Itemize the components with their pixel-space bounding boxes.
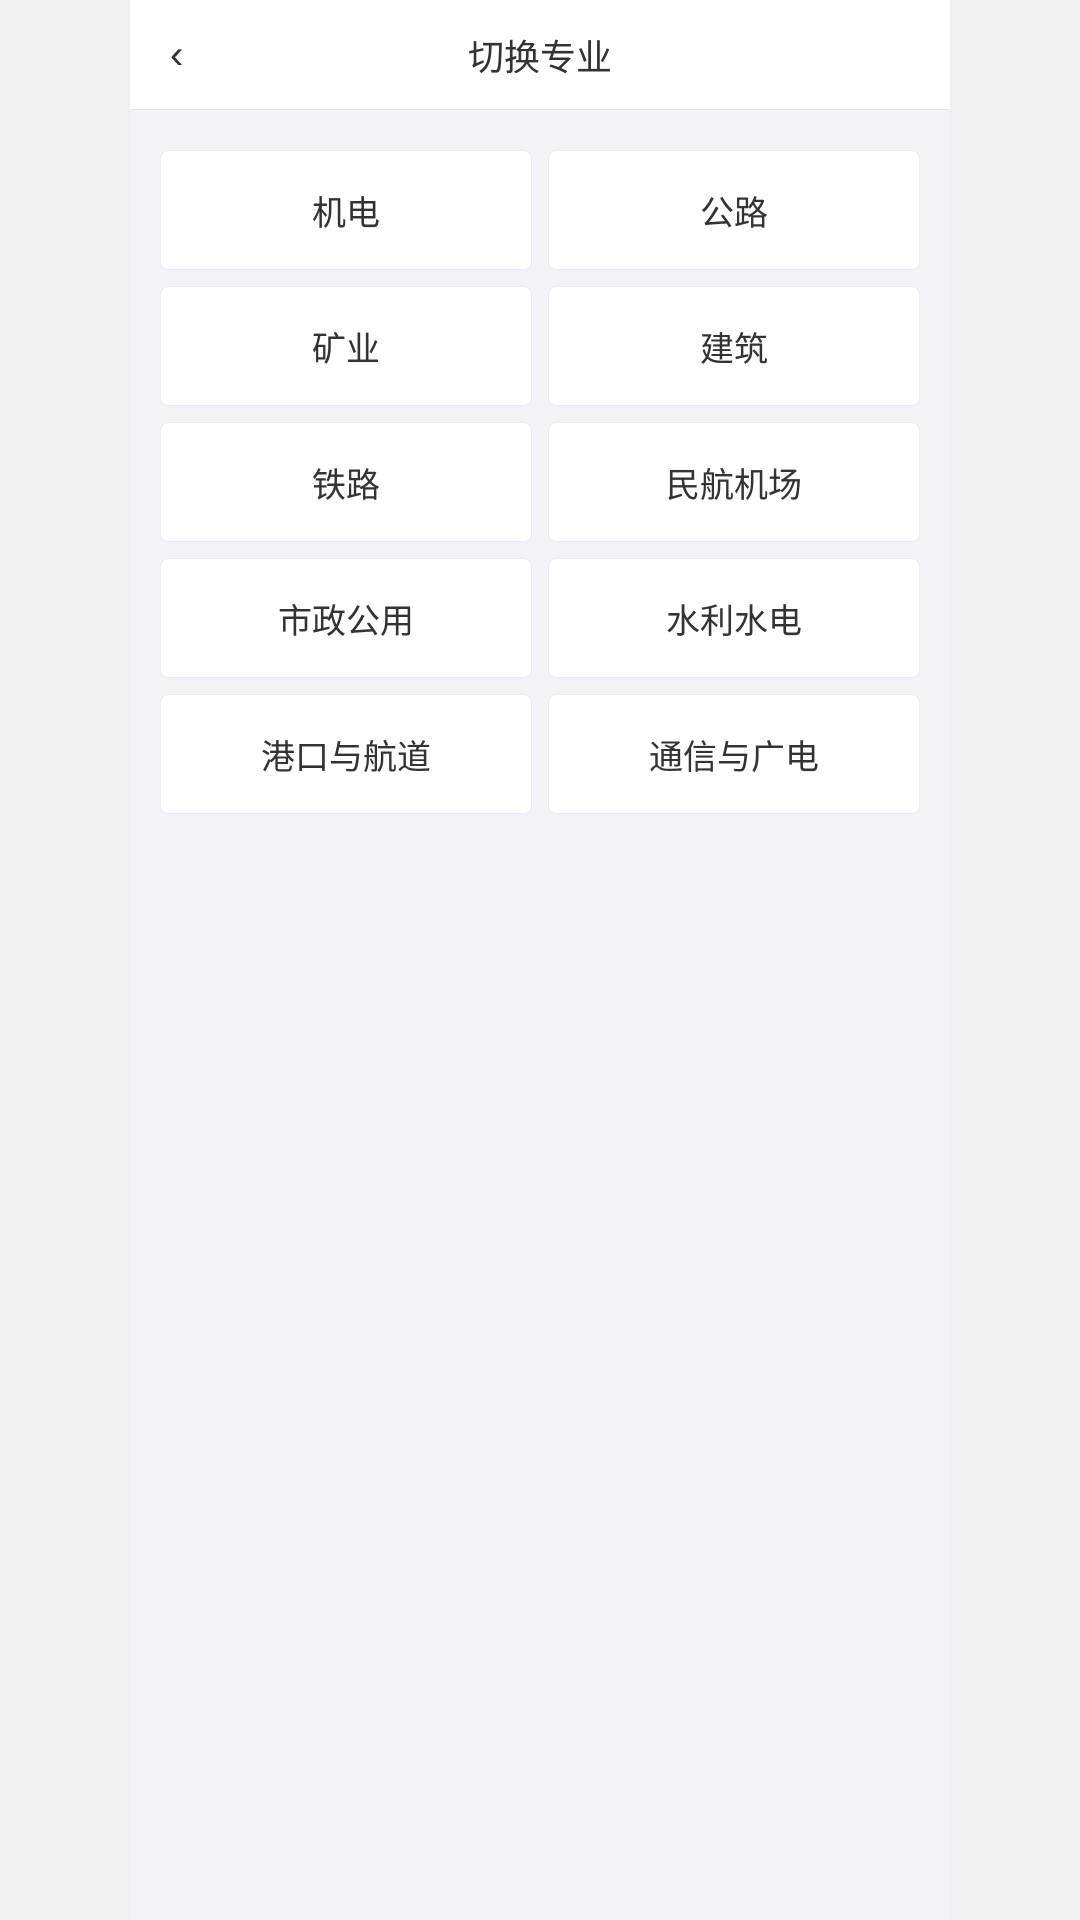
app-container: ‹ 切换专业 机电 公路矿业 建筑铁路 民航机场市政公用 水利水电港口与航道 通信与广电	[130, 0, 950, 1920]
specialty-label-minhang: 民航机场	[666, 458, 802, 507]
back-button[interactable]: ‹	[160, 25, 193, 85]
specialty-item-tongxin[interactable]: 通信与广电	[548, 694, 920, 814]
specialty-label-gonglu: 公路	[700, 186, 768, 235]
specialty-label-jidian: 机电	[312, 186, 380, 235]
specialty-item-shuili[interactable]: 水利水电	[548, 558, 920, 678]
specialty-item-gonglu[interactable]: 公路	[548, 150, 920, 270]
specialty-label-shizheng: 市政公用	[278, 594, 414, 643]
specialty-item-gangkou[interactable]: 港口与航道	[160, 694, 532, 814]
specialty-item-jianzhu[interactable]: 建筑	[548, 286, 920, 406]
specialty-grid: 机电 公路矿业 建筑铁路 民航机场市政公用 水利水电港口与航道 通信与广电	[160, 150, 920, 814]
specialty-item-jidian[interactable]: 机电	[160, 150, 532, 270]
specialty-label-shuili: 水利水电	[666, 594, 802, 643]
specialty-label-jianzhu: 建筑	[700, 322, 768, 371]
header: ‹ 切换专业	[130, 0, 950, 110]
specialty-item-kuangye[interactable]: 矿业	[160, 286, 532, 406]
specialty-label-tongxin: 通信与广电	[649, 730, 819, 779]
page-title: 切换专业	[468, 29, 612, 81]
specialty-label-gangkou: 港口与航道	[261, 730, 431, 779]
specialty-item-shizheng[interactable]: 市政公用	[160, 558, 532, 678]
specialty-item-tielu[interactable]: 铁路	[160, 422, 532, 542]
content-area: 机电 公路矿业 建筑铁路 民航机场市政公用 水利水电港口与航道 通信与广电	[130, 110, 950, 854]
specialty-label-tielu: 铁路	[312, 458, 380, 507]
specialty-label-kuangye: 矿业	[312, 322, 380, 371]
specialty-item-minhang[interactable]: 民航机场	[548, 422, 920, 542]
